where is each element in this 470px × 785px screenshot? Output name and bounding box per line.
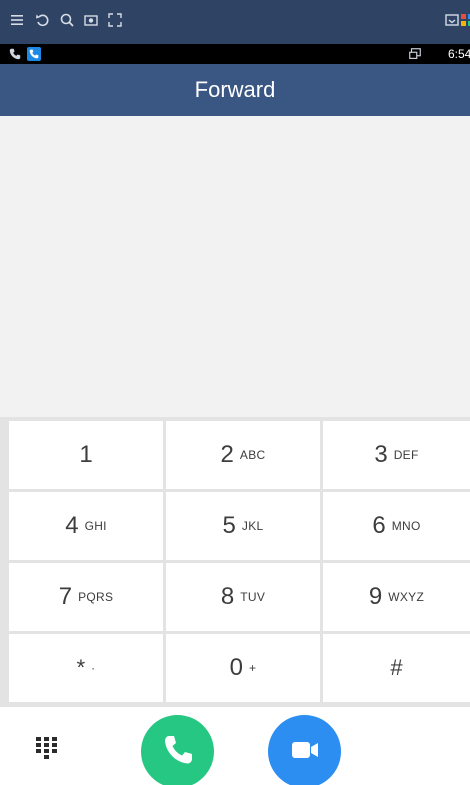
zoom-icon[interactable] (58, 12, 76, 30)
key-7[interactable]: 7 PQRS (9, 563, 163, 631)
key-letters: · (91, 661, 96, 675)
video-camera-icon (292, 742, 318, 758)
key-letters: DEF (393, 448, 419, 462)
key-letters: PQRS (78, 590, 114, 604)
forward-dialer-screen: 6:54 Forward 1 2 ABC 3 DEF 4 GHI 5 JKL 6 MNO … (0, 0, 470, 785)
video-call-button[interactable] (268, 715, 341, 785)
key-digit: 4 (65, 512, 79, 539)
key-digit: 1 (79, 441, 93, 468)
key-letters: MNO (391, 519, 421, 533)
system-nav-strip (0, 0, 470, 44)
key-letters: GHI (84, 519, 107, 533)
key-digit: 5 (222, 512, 236, 539)
key-digit: 8 (220, 583, 235, 610)
screenshot-icon[interactable] (82, 12, 100, 30)
screen-mirror-icon (409, 48, 421, 59)
key-3[interactable]: 3 DEF (323, 421, 470, 489)
dialpad-toggle-button[interactable] (36, 737, 58, 763)
dialpad-icon (36, 737, 57, 759)
key-digit: 9 (368, 583, 383, 610)
voice-call-button[interactable] (141, 715, 214, 785)
key-4[interactable]: 4 GHI (9, 492, 163, 560)
key-letters: ABC (239, 448, 266, 462)
key-digit: 0 (229, 654, 244, 681)
key-2[interactable]: 2 ABC (166, 421, 320, 489)
phone-icon (165, 736, 192, 764)
call-action-bar (0, 707, 470, 785)
phone-app-icon (27, 47, 41, 61)
dial-number-input[interactable] (16, 230, 458, 276)
key-letters: + (249, 661, 257, 675)
cast-icon[interactable] (443, 12, 461, 30)
key-letters: TUV (240, 590, 266, 604)
key-digit: 7 (58, 583, 73, 610)
key-star[interactable]: * · (9, 634, 163, 702)
undo-icon[interactable] (34, 12, 52, 30)
menu-icon[interactable] (8, 12, 26, 30)
key-0[interactable]: 0 + (166, 634, 320, 702)
key-digit: 2 (220, 441, 234, 468)
key-9[interactable]: 9 WXYZ (323, 563, 470, 631)
key-1[interactable]: 1 (9, 421, 163, 489)
page-title: Forward (194, 77, 276, 102)
key-digit: 6 (372, 512, 386, 539)
key-hash[interactable]: # (323, 634, 470, 702)
status-time: 6:54 (448, 47, 470, 61)
apps-icon[interactable] (460, 12, 470, 30)
dial-keypad: 1 2 ABC 3 DEF 4 GHI 5 JKL 6 MNO 7 PQRS 8 TUV 9W… (0, 417, 470, 707)
key-digit: 3 (374, 441, 388, 468)
key-6[interactable]: 6 MNO (323, 492, 470, 560)
title-bar: Forward (0, 64, 470, 116)
key-digit: # (390, 655, 403, 680)
status-bar: 6:54 (0, 44, 470, 64)
fullscreen-icon[interactable] (106, 12, 124, 30)
key-letters: WXYZ (388, 590, 425, 604)
ongoing-call-icon (9, 48, 21, 60)
key-5[interactable]: 5 JKL (166, 492, 320, 560)
key-8[interactable]: 8 TUV (166, 563, 320, 631)
key-digit: * (76, 655, 86, 680)
key-letters: JKL (241, 519, 264, 533)
